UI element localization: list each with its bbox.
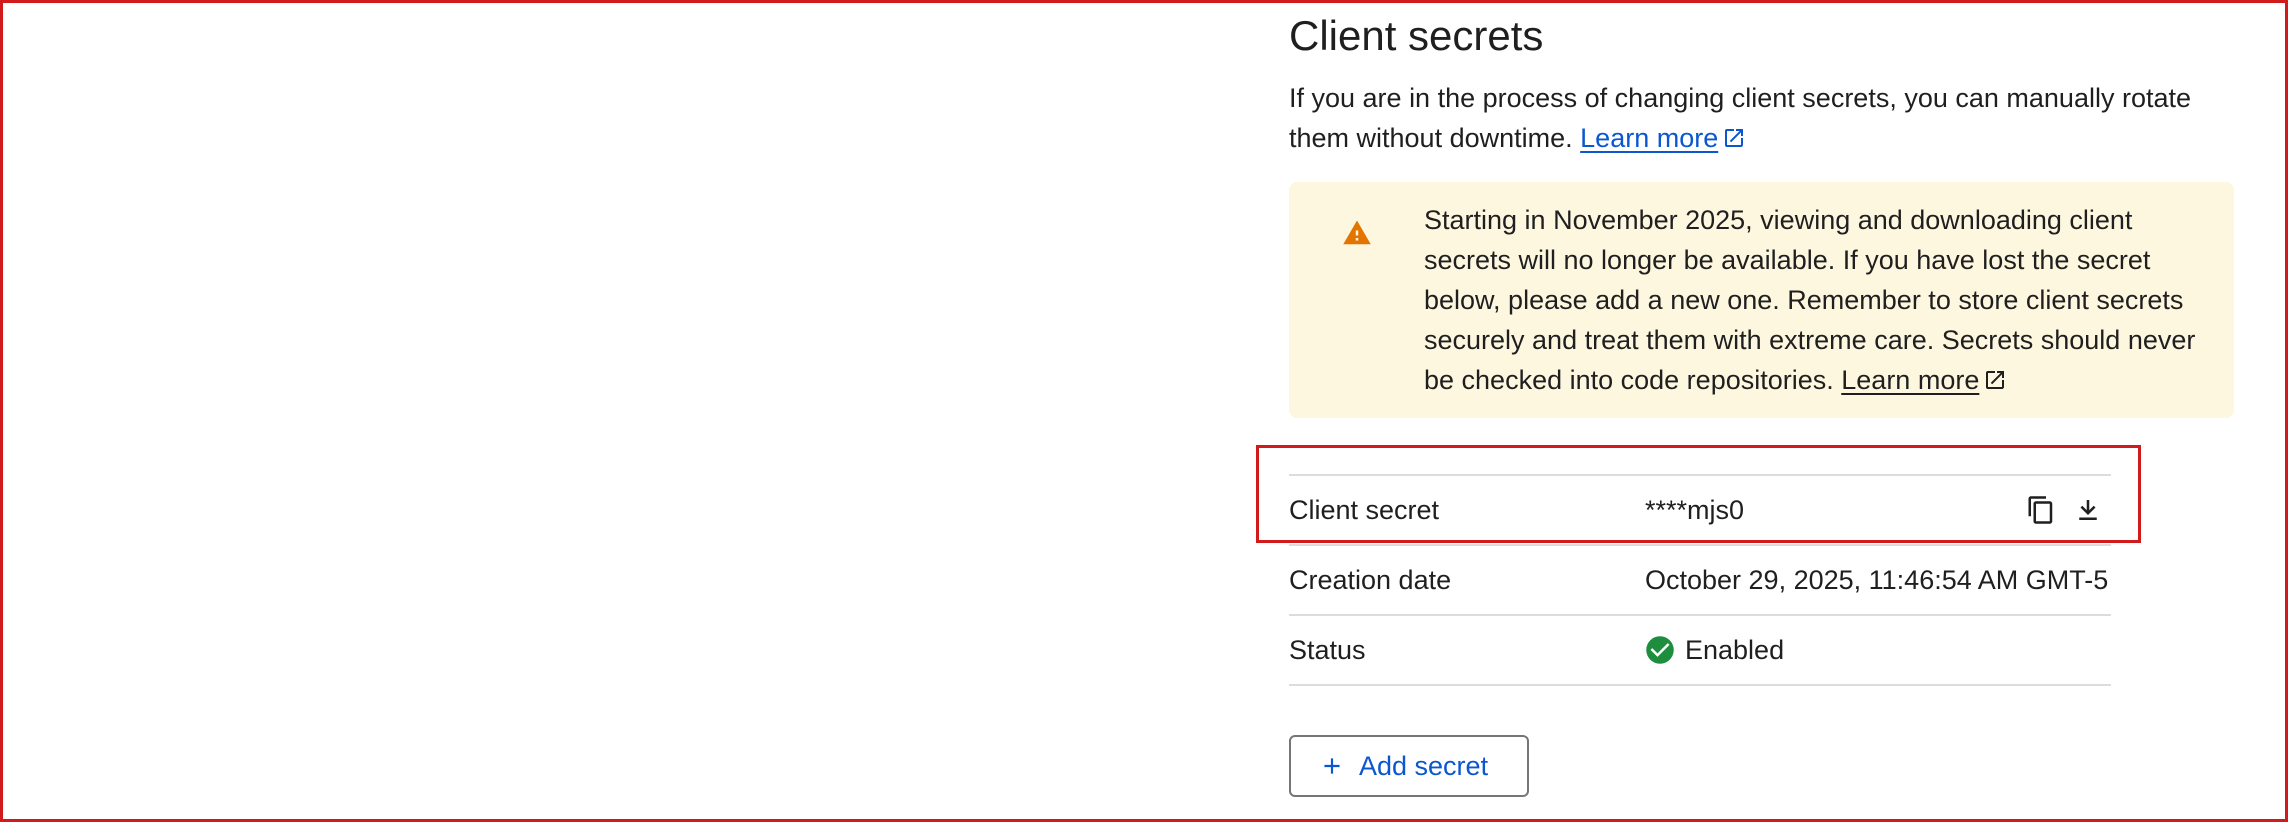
learn-more-link[interactable]: Learn more — [1580, 123, 1718, 153]
section-title: Client secrets — [1289, 12, 1544, 59]
warning-learn-more-link[interactable]: Learn more — [1841, 365, 1979, 395]
warning-learn-more-label: Learn more — [1841, 365, 1980, 395]
plus-icon — [1324, 758, 1340, 774]
creation-date-row: Creation date October 29, 2025, 11:46:54… — [1289, 544, 2111, 614]
add-secret-label: Add secret — [1359, 750, 1489, 781]
copy-icon — [2028, 496, 2053, 524]
status-label: Status — [1289, 635, 1366, 665]
download-icon — [2079, 500, 2097, 520]
copy-secret-button[interactable] — [2021, 490, 2061, 530]
section-description: If you are in the process of changing cl… — [1289, 78, 2234, 158]
status-value-wrap: Enabled — [1645, 632, 1784, 668]
client-secret-label: Client secret — [1289, 495, 1440, 525]
download-secret-button[interactable] — [2068, 490, 2108, 530]
warning-banner: Starting in November 2025, viewing and d… — [1289, 182, 2234, 418]
external-link-icon — [1725, 129, 1744, 147]
warning-triangle-icon — [1343, 220, 1371, 245]
check-circle-icon — [1646, 636, 1674, 664]
status-row: Status Enabled — [1289, 614, 2111, 684]
add-secret-button[interactable]: Add secret — [1289, 735, 1529, 797]
external-link-icon — [1986, 371, 2005, 389]
learn-more-label: Learn more — [1580, 123, 1719, 153]
status-value: Enabled — [1685, 635, 1785, 665]
table-bottom-divider — [1289, 684, 2111, 686]
client-secret-row: Client secret ****mjs0 — [1289, 474, 2111, 544]
warning-message: Starting in November 2025, viewing and d… — [1424, 205, 2196, 395]
creation-date-value: October 29, 2025, 11:46:54 AM GMT-5 — [1645, 565, 2109, 595]
creation-date-label: Creation date — [1289, 565, 1452, 595]
client-secret-value: ****mjs0 — [1645, 495, 1745, 525]
warning-text: Starting in November 2025, viewing and d… — [1424, 200, 2214, 400]
